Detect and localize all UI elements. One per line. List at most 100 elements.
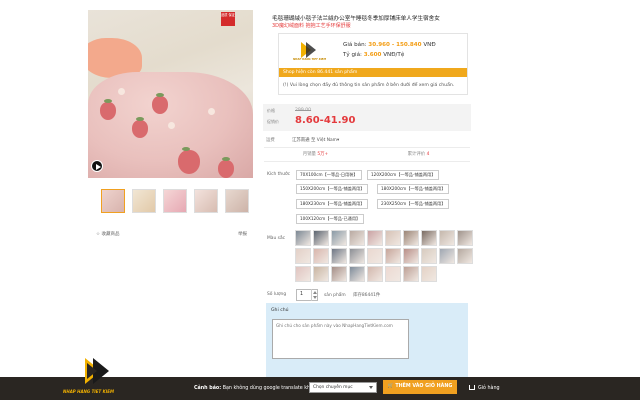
color-swatch[interactable] xyxy=(421,230,437,246)
page: 品质 保证 ☆ 收藏商品 举报 毛毯珊瑚絨小毯子法兰絨办公室午睡毯冬季加厚铺床单… xyxy=(0,0,640,400)
rate-label: Tỷ giá: xyxy=(343,52,362,58)
cart-icon xyxy=(469,385,475,390)
size-option[interactable]: 180X230cm【一等品-铺盖两用】 xyxy=(296,199,369,209)
notes-panel: Ghi chú xyxy=(266,303,468,378)
strawberry-graphic xyxy=(152,93,168,114)
original-price: 299.00 xyxy=(295,108,312,113)
logo-chevron-icon xyxy=(87,363,97,379)
size-option[interactable]: 100X120cm【一等品-已通用】 xyxy=(296,214,365,224)
reviews-label: 累计评价 xyxy=(407,152,426,157)
vnd-price-unit: VNĐ xyxy=(423,42,436,48)
add-to-cart-button[interactable]: 🛒 THÊM VÀO GIỎ HÀNG xyxy=(383,380,457,394)
vnd-price-value: 30.960 - 150.840 xyxy=(368,42,422,48)
heart-pattern xyxy=(168,122,175,129)
color-swatch[interactable] xyxy=(421,266,437,282)
size-option[interactable]: 150X200cm【一等品-铺盖两用】 xyxy=(296,184,369,194)
thumbnail[interactable] xyxy=(101,189,125,213)
product-title: 毛毯珊瑚絨小毯子法兰絨办公室午睡毯冬季加厚铺床单人学生宿舍女 xyxy=(272,16,440,22)
vnd-price-box: NHAP HANG TIET KIEM Giá bán: 30.960 - 15… xyxy=(278,33,468,95)
size-option[interactable]: 120X200cm【一等品-铺盖两用】 xyxy=(367,170,440,180)
quality-badge: 品质 保证 xyxy=(221,12,235,26)
quantity-stepper[interactable] xyxy=(311,289,318,301)
category-select[interactable]: Chọn chuyên mục xyxy=(309,382,377,393)
heart-pattern xyxy=(118,88,125,95)
color-swatch[interactable] xyxy=(439,230,455,246)
shipping-destination-select[interactable]: 江苏南通 至 Việt Nam▾ xyxy=(292,137,339,143)
stock-bar: Shop hiện còn 86.441 sản phẩm xyxy=(279,68,467,77)
color-swatch[interactable] xyxy=(313,266,329,282)
add-to-cart-label: THÊM VÀO GIỎ HÀNG xyxy=(395,384,453,389)
promo-price: 8.60-41.90 xyxy=(295,115,356,126)
thumbnail-strip xyxy=(101,189,249,213)
size-option[interactable]: 230X250cm【一等品-铺盖两用】 xyxy=(377,199,450,209)
shipping-label: 运费 xyxy=(266,138,275,143)
divider xyxy=(264,161,470,162)
favorite-link[interactable]: ☆ 收藏商品 xyxy=(96,231,119,237)
rate-unit: VNĐ/Tệ xyxy=(383,52,405,58)
color-swatch[interactable] xyxy=(313,230,329,246)
color-swatch[interactable] xyxy=(367,248,383,264)
color-swatch[interactable] xyxy=(295,266,311,282)
thumbnail[interactable] xyxy=(194,189,218,213)
rate-value: 3.600 xyxy=(363,52,382,58)
vnd-price-label: Giá bán: xyxy=(343,42,367,48)
notes-title: Ghi chú xyxy=(271,308,289,313)
color-swatch[interactable] xyxy=(403,230,419,246)
heart-pattern xyxy=(208,108,215,115)
play-video-icon[interactable] xyxy=(91,160,103,172)
color-swatch[interactable] xyxy=(349,230,365,246)
color-swatch[interactable] xyxy=(403,248,419,264)
product-subtitle: 3D魔幻绒面料 抱抱工艺手环保舒服 xyxy=(272,23,351,29)
color-swatch[interactable] xyxy=(295,230,311,246)
logo-chevron-icon xyxy=(306,42,316,58)
thumbnail[interactable] xyxy=(163,189,187,213)
size-label: Kích thước xyxy=(267,172,291,177)
stock-count: 库存86441件 xyxy=(353,293,381,298)
color-swatch[interactable] xyxy=(421,248,437,264)
color-swatch[interactable] xyxy=(331,230,347,246)
color-swatch[interactable] xyxy=(439,248,455,264)
strawberry-graphic xyxy=(132,117,148,138)
color-swatch-grid xyxy=(295,230,473,282)
bottom-brand-logo: NHAP HANG TIET KIEM xyxy=(63,356,125,400)
color-swatch[interactable] xyxy=(295,248,311,264)
main-product-image[interactable] xyxy=(88,10,253,178)
color-swatch[interactable] xyxy=(367,266,383,282)
quantity-label: Số lượng xyxy=(267,292,287,297)
reviews-value: 4 xyxy=(426,152,430,157)
total-reviews: 累计评价 4 xyxy=(367,151,470,157)
color-swatch[interactable] xyxy=(349,248,365,264)
color-swatch[interactable] xyxy=(331,266,347,282)
thumbnail[interactable] xyxy=(132,189,156,213)
size-option[interactable]: 180X200cm【一等品-铺盖两用】 xyxy=(377,184,450,194)
notes-textarea[interactable] xyxy=(272,319,409,359)
color-swatch[interactable] xyxy=(457,248,473,264)
cny-price-area: 价格 299.00 促销价 8.60-41.90 xyxy=(263,104,471,131)
color-swatch[interactable] xyxy=(385,230,401,246)
monthly-sales-label: 月销量 xyxy=(302,152,316,157)
strawberry-graphic xyxy=(218,157,234,178)
cart-link[interactable]: Giỏ hàng xyxy=(469,385,500,391)
report-link[interactable]: 举报 xyxy=(238,231,247,237)
color-swatch[interactable] xyxy=(385,266,401,282)
exchange-rate-row: Tỷ giá: 3.600 VNĐ/Tệ xyxy=(343,52,404,58)
monthly-sales-value: 5万+ xyxy=(317,152,329,157)
thumbnail[interactable] xyxy=(225,189,249,213)
monthly-sales: 月销量 5万+ xyxy=(264,151,367,157)
color-swatch[interactable] xyxy=(403,266,419,282)
strawberry-graphic xyxy=(100,99,116,120)
brand-logo: NHAP HANG TIET KIEM xyxy=(293,40,327,62)
cart-label: Giỏ hàng xyxy=(478,386,500,391)
color-swatch[interactable] xyxy=(349,266,365,282)
color-swatch[interactable] xyxy=(313,248,329,264)
color-swatch[interactable] xyxy=(331,248,347,264)
original-price-label: 价格 xyxy=(267,108,275,113)
bottom-brand-text: NHAP HANG TIET KIEM xyxy=(63,389,114,394)
color-swatch[interactable] xyxy=(385,248,401,264)
warning-label: Cảnh báo: xyxy=(194,386,222,391)
color-swatch[interactable] xyxy=(367,230,383,246)
size-option[interactable]: 70X100cm【一等品-日用装】 xyxy=(296,170,362,180)
quantity-info: sản phẩm 库存86441件 xyxy=(324,292,380,298)
logo-text: NHAP HANG TIET KIEM xyxy=(293,58,327,61)
color-swatch[interactable] xyxy=(457,230,473,246)
